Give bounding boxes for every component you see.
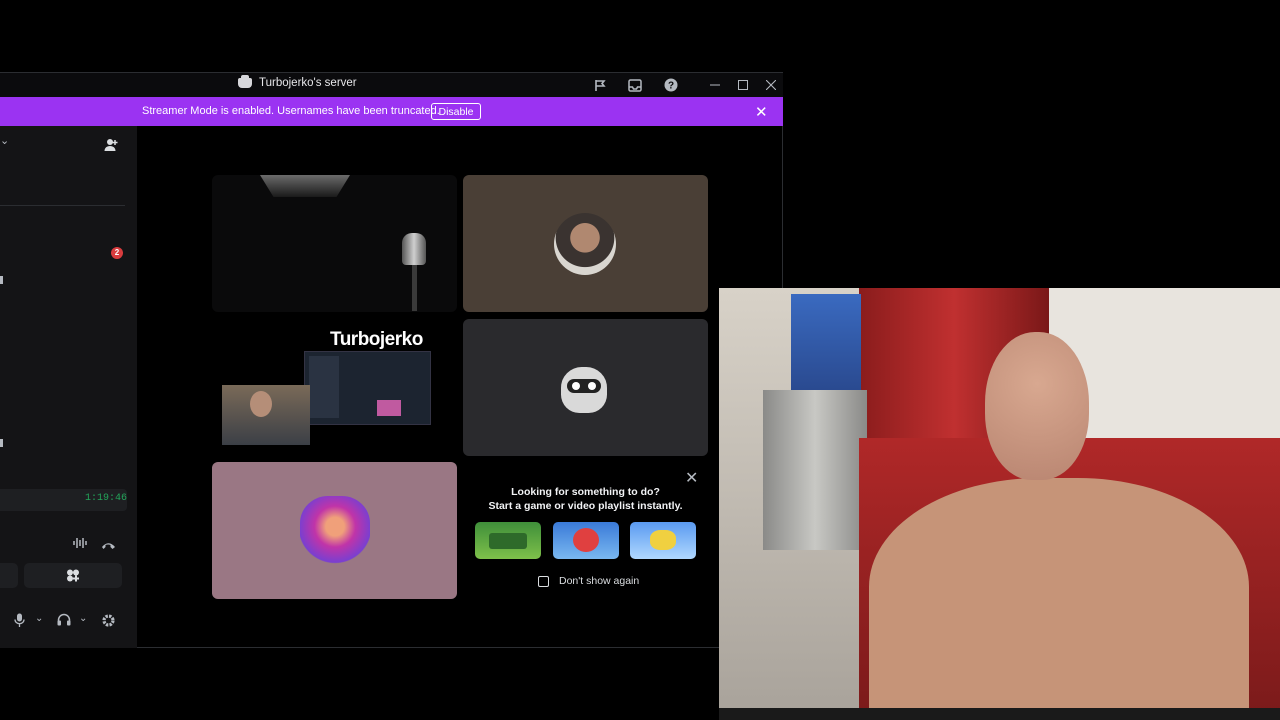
call-timer: 1:19:46 xyxy=(85,493,128,504)
sidebar-divider xyxy=(0,205,125,206)
inbox-icon[interactable] xyxy=(626,76,644,94)
activities-icon xyxy=(66,569,80,587)
video-tile-avatar[interactable] xyxy=(212,462,457,599)
preview-thumbnail xyxy=(377,400,401,416)
channel-indicator xyxy=(0,439,3,447)
server-icon xyxy=(238,75,252,88)
headphones-icon[interactable] xyxy=(57,613,71,629)
close-suggestion-icon[interactable]: ✕ xyxy=(685,468,698,488)
headphones-options-chevron-icon[interactable]: ⌄ xyxy=(79,613,87,624)
person-torso xyxy=(869,478,1249,720)
suggestion-subheading: Start a game or video playlist instantly… xyxy=(488,500,683,512)
stream-overlay-name: Turbojerko xyxy=(330,329,423,350)
mic-stand xyxy=(412,265,417,311)
desk-edge xyxy=(719,708,1280,720)
video-tile-stream[interactable]: Turbojerko xyxy=(212,319,457,456)
close-window-icon[interactable] xyxy=(762,76,780,94)
raccoon-eye xyxy=(572,382,580,390)
stream-screen-preview xyxy=(304,351,431,425)
suggestion-heading: Looking for something to do? xyxy=(511,486,660,498)
game-magic[interactable] xyxy=(553,522,619,559)
preview-sidebar xyxy=(309,356,339,418)
disable-streamer-mode-button[interactable]: Disable xyxy=(431,103,481,120)
title-bar: Turbojerko's server ? xyxy=(0,73,783,97)
window-title-text: Turbojerko's server xyxy=(259,77,357,89)
raccoon-eye xyxy=(588,382,596,390)
help-icon[interactable]: ? xyxy=(662,76,680,94)
video-button[interactable] xyxy=(0,563,18,588)
game-logo xyxy=(489,533,527,549)
webcam-overlay xyxy=(719,288,1280,720)
raccoon-avatar xyxy=(561,367,607,413)
flag-icon[interactable] xyxy=(591,76,609,94)
mini-fridge xyxy=(763,390,867,550)
activity-suggestion-panel: ✕ Looking for something to do? Start a g… xyxy=(463,462,708,599)
channel-indicator xyxy=(0,276,3,284)
mic-options-chevron-icon[interactable]: ⌄ xyxy=(35,613,43,624)
settings-gear-icon[interactable] xyxy=(101,613,116,631)
video-tile-avatar[interactable] xyxy=(463,175,708,312)
video-tile-avatar[interactable] xyxy=(463,319,708,456)
notification-badge: 2 xyxy=(111,247,123,259)
activity-button[interactable] xyxy=(24,563,122,588)
studio-microphone xyxy=(402,233,426,265)
animated-avatar xyxy=(300,496,370,564)
window-title: Turbojerko's server xyxy=(238,75,357,89)
streamer-mode-text: Streamer Mode is enabled. Usernames have… xyxy=(142,105,440,117)
chevron-down-icon[interactable]: ⌄ xyxy=(0,134,9,147)
game-chess-in-the-park[interactable] xyxy=(475,522,541,559)
maximize-icon[interactable] xyxy=(734,76,752,94)
discord-window: Turbojerko's server ? Streamer Mode is e… xyxy=(0,72,783,648)
channel-sidebar: ⌄ 2 1:19:46 xyxy=(0,126,137,648)
svg-text:?: ? xyxy=(668,81,674,92)
game-playlist[interactable] xyxy=(630,522,696,559)
preview-face xyxy=(250,391,272,417)
stream-webcam-preview xyxy=(222,385,310,445)
voice-connected-panel[interactable]: 1:19:46 xyxy=(0,489,127,511)
add-member-icon[interactable] xyxy=(104,138,119,155)
microphone-icon[interactable] xyxy=(14,613,25,630)
game-character xyxy=(573,528,599,552)
person-head xyxy=(985,332,1089,480)
dont-show-again-label: Don't show again xyxy=(559,575,640,587)
game-character xyxy=(650,530,676,550)
disconnect-call-icon[interactable] xyxy=(101,538,116,553)
ceiling-light xyxy=(260,175,350,197)
streamer-mode-banner: Streamer Mode is enabled. Usernames have… xyxy=(0,97,783,126)
dont-show-again-checkbox[interactable] xyxy=(538,576,549,587)
banner-close-icon[interactable]: ✕ xyxy=(755,103,768,121)
noise-suppression-icon[interactable] xyxy=(73,537,87,552)
video-tile-camera[interactable] xyxy=(212,175,457,312)
beer-box xyxy=(791,294,861,390)
minimize-icon[interactable] xyxy=(706,76,724,94)
user-avatar xyxy=(554,213,616,275)
